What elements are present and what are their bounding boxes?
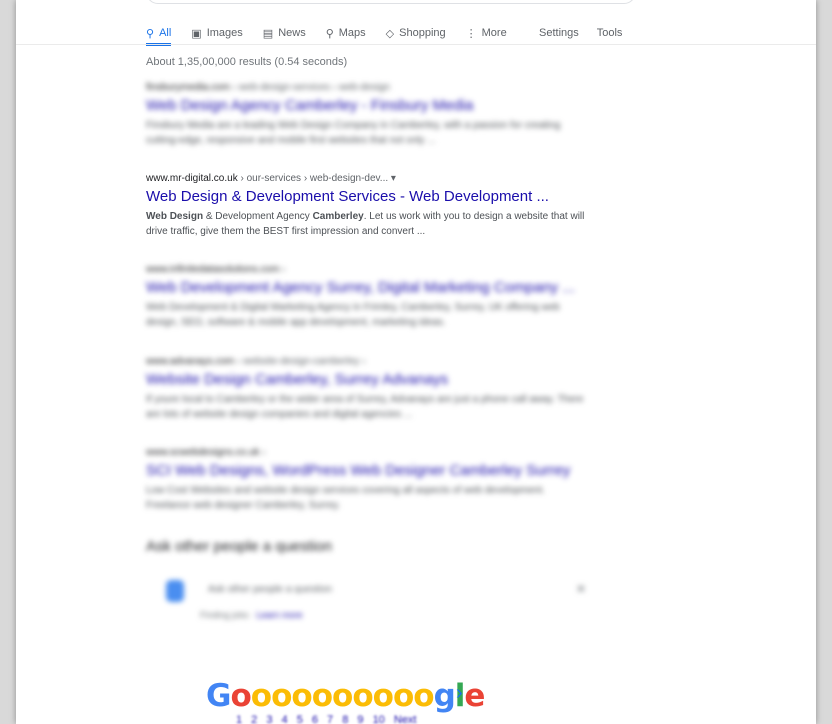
logo-letter: o bbox=[230, 678, 251, 714]
feedback-text: Finding jobs · bbox=[200, 610, 257, 620]
tabs-divider bbox=[16, 44, 816, 45]
search-tabs: ⚲ All ▣ Images ▤ News ⚲ Maps ◇ Shopping … bbox=[146, 22, 816, 46]
logo-letter: o bbox=[291, 678, 312, 714]
result-snippet: Web Design & Development Agency Camberle… bbox=[146, 209, 586, 239]
ask-question-heading: Ask other people a question bbox=[146, 538, 332, 555]
search-result: www.mr-digital.co.uk › our-services › we… bbox=[146, 173, 586, 239]
result-snippet: If youre local to Camberley or the wider… bbox=[146, 394, 584, 420]
logo-letter: o bbox=[392, 678, 414, 714]
logo-letter: o bbox=[332, 678, 353, 714]
result-url[interactable]: www.advanays.com › website-design-camber… bbox=[146, 356, 586, 367]
result-url[interactable]: www.mr-digital.co.uk › our-services › we… bbox=[146, 173, 586, 184]
result-snippet: Web Development & Digital Marketing Agen… bbox=[146, 302, 560, 328]
logo-letter: o bbox=[352, 678, 373, 714]
result-title-link[interactable]: Website Design Camberley, Surrey Advanay… bbox=[146, 371, 586, 388]
result-path: › website-design-camberley › bbox=[234, 356, 366, 367]
logo-letter: o bbox=[311, 678, 333, 714]
tab-label: News bbox=[278, 27, 306, 39]
search-icon: ⚲ bbox=[146, 27, 155, 40]
tab-shopping[interactable]: ◇ Shopping bbox=[386, 22, 446, 44]
result-url[interactable]: www.scwebdesigns.co.uk › bbox=[146, 447, 586, 458]
search-result: www.advanays.com › website-design-camber… bbox=[146, 356, 586, 422]
logo-letter: e bbox=[464, 678, 485, 714]
settings-link[interactable]: Settings bbox=[539, 22, 579, 44]
search-result: www.infinitedatasolutions.com › Web Deve… bbox=[146, 264, 586, 330]
tab-label: Shopping bbox=[399, 27, 446, 39]
tab-images[interactable]: ▣ Images bbox=[191, 22, 242, 44]
result-title-link[interactable]: Web Design & Development Services - Web … bbox=[146, 188, 586, 205]
result-title-link[interactable]: Web Development Agency Surrey, Digital M… bbox=[146, 279, 586, 296]
tab-label: Maps bbox=[338, 27, 366, 39]
tools-link[interactable]: Tools bbox=[597, 22, 623, 44]
tab-news[interactable]: ▤ News bbox=[263, 22, 306, 44]
tag-icon: ◇ bbox=[385, 27, 395, 40]
logo-letter: g bbox=[433, 678, 456, 714]
result-path: › web-design-services › web-design bbox=[229, 82, 390, 93]
page-numbers[interactable]: 1 2 3 4 5 6 7 8 9 10 Next bbox=[236, 714, 417, 724]
snippet-bold: Camberley bbox=[312, 211, 364, 222]
result-title-link[interactable]: SCI Web Designs, WordPress Web Designer … bbox=[146, 462, 586, 479]
tab-more[interactable]: ⋮ More bbox=[466, 22, 507, 44]
result-snippet: Finsbury Media are a leading Web Design … bbox=[146, 120, 561, 146]
result-url[interactable]: finsburymedia.com › web-design-services … bbox=[146, 82, 586, 93]
tab-label: Images bbox=[206, 27, 243, 39]
google-pagination-logo: Goooooooooogle bbox=[206, 678, 485, 714]
page-number-list[interactable]: 1 2 3 4 5 6 7 8 9 10 bbox=[236, 714, 385, 724]
news-icon: ▤ bbox=[262, 27, 274, 40]
feedback-line: Finding jobs · Learn more bbox=[200, 610, 303, 620]
result-stats: About 1,35,00,000 results (0.54 seconds) bbox=[146, 56, 348, 68]
browser-page: ⚲ All ▣ Images ▤ News ⚲ Maps ◇ Shopping … bbox=[16, 0, 816, 724]
logo-letter: o bbox=[250, 678, 272, 714]
result-domain: www.scwebdesigns.co.uk bbox=[146, 447, 260, 458]
close-icon[interactable]: ✕ bbox=[576, 582, 586, 596]
result-domain: finsburymedia.com bbox=[146, 82, 230, 93]
result-domain: www.infinitedatasolutions.com bbox=[146, 264, 280, 275]
tab-maps[interactable]: ⚲ Maps bbox=[326, 22, 366, 44]
result-path: › bbox=[259, 447, 266, 458]
search-result: www.scwebdesigns.co.uk › SCI Web Designs… bbox=[146, 447, 586, 513]
result-snippet: Low Cost Websites and website design ser… bbox=[146, 485, 545, 511]
learn-more-link[interactable]: Learn more bbox=[257, 610, 303, 620]
search-result: finsburymedia.com › web-design-services … bbox=[146, 82, 586, 148]
search-box-edge[interactable] bbox=[146, 0, 636, 4]
result-title-link[interactable]: Web Design Agency Camberley - Finsbury M… bbox=[146, 97, 586, 114]
ask-question-box[interactable]: Ask other people a question ✕ Finding jo… bbox=[156, 574, 596, 624]
result-path: › bbox=[279, 264, 286, 275]
snippet-bold: Web Design bbox=[146, 211, 204, 222]
result-domain: www.advanays.com bbox=[146, 356, 235, 367]
logo-letter: G bbox=[206, 678, 231, 714]
logo-letter: o bbox=[413, 678, 434, 714]
avatar bbox=[166, 580, 184, 602]
tab-label: All bbox=[159, 27, 172, 39]
tab-all[interactable]: ⚲ All bbox=[146, 22, 172, 46]
snippet-text: & Development Agency bbox=[203, 211, 313, 222]
logo-letter: o bbox=[271, 678, 292, 714]
ask-question-input[interactable]: Ask other people a question bbox=[208, 584, 332, 595]
image-icon: ▣ bbox=[191, 27, 202, 40]
map-pin-icon: ⚲ bbox=[325, 27, 334, 40]
search-tools: Settings Tools bbox=[539, 22, 640, 44]
result-domain: www.mr-digital.co.uk bbox=[146, 173, 238, 184]
chevron-right-icon[interactable]: › bbox=[456, 682, 463, 705]
tab-label: More bbox=[481, 27, 507, 39]
more-vert-icon: ⋮ bbox=[465, 27, 477, 40]
logo-letter: o bbox=[372, 678, 394, 714]
result-path: › our-services › web-design-dev... ▾ bbox=[237, 173, 396, 184]
next-page-link[interactable]: Next bbox=[394, 714, 417, 724]
result-url[interactable]: www.infinitedatasolutions.com › bbox=[146, 264, 586, 275]
